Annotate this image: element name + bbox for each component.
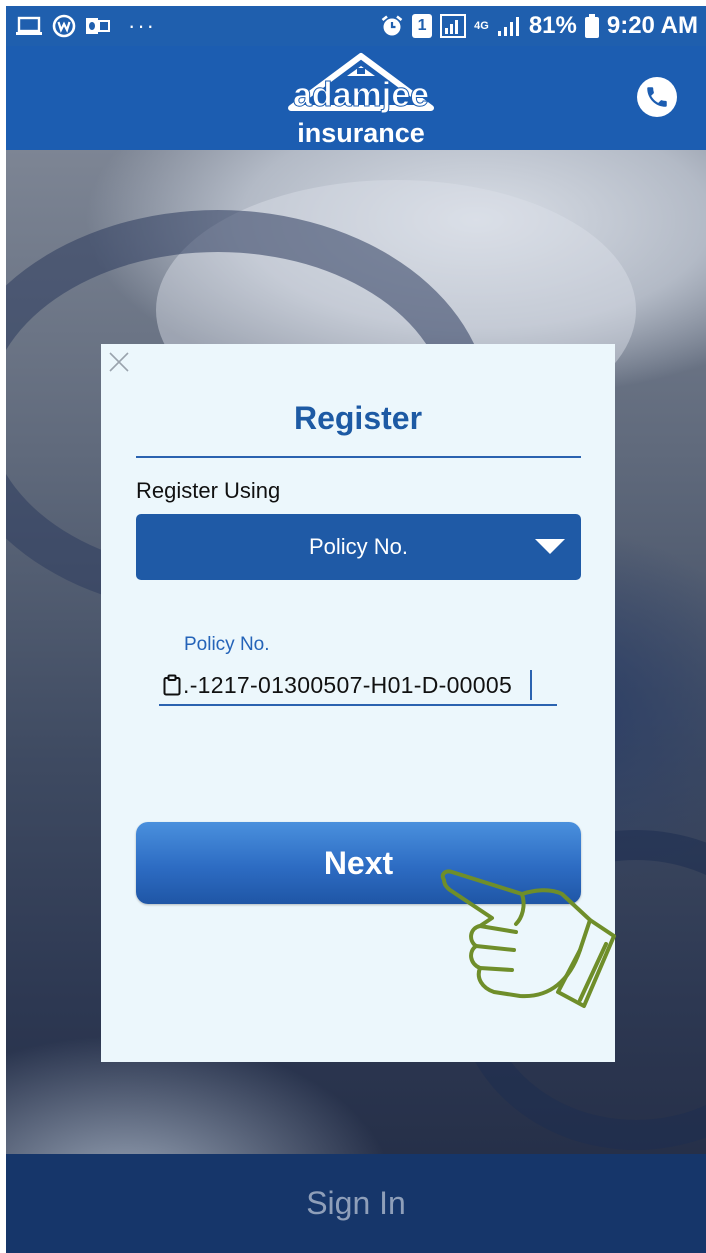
app-screen: ··· 1 4G 81% 9:20 AM adamjee insurance S…: [0, 0, 706, 1253]
text-cursor: [530, 670, 532, 700]
dialog-title: Register: [293, 400, 423, 436]
policy-number-value: .-1217-01300507-H01-D-00005: [183, 672, 513, 698]
clock: 9:20 AM: [606, 12, 698, 39]
status-left-icons: ···: [16, 6, 156, 46]
call-button[interactable]: [637, 77, 677, 117]
sign-in-bar[interactable]: Sign In: [6, 1154, 706, 1253]
battery-percent: 81%: [528, 12, 577, 39]
status-right-icons: 1 4G 81% 9:20 AM: [380, 6, 698, 46]
pointing-hand-icon: [440, 869, 616, 1008]
more-icon: ···: [128, 13, 156, 38]
signal-icon: [497, 17, 519, 36]
policy-field-label: Policy No.: [184, 634, 270, 655]
sign-in-label: Sign In: [306, 1185, 406, 1221]
select-value: Policy No.: [308, 534, 409, 559]
status-bar: ··· 1 4G 81% 9:20 AM: [6, 6, 706, 46]
circle-w-icon: [52, 14, 76, 38]
close-icon[interactable]: [107, 350, 131, 374]
app-header: adamjee insurance: [6, 46, 706, 150]
adamjee-logo: adamjee insurance: [288, 53, 434, 148]
title-divider: [136, 456, 581, 458]
policy-number-input[interactable]: .-1217-01300507-H01-D-00005: [159, 668, 557, 706]
register-using-label: Register Using: [136, 478, 281, 503]
logo-text-top: adamjee: [293, 76, 429, 114]
chevron-down-icon: [535, 539, 565, 554]
network-type: 4G: [474, 19, 489, 32]
laptop-icon: [16, 16, 42, 35]
register-using-select[interactable]: Policy No.: [136, 514, 581, 580]
clipboard-icon: [163, 674, 181, 696]
alarm-icon: [381, 15, 403, 36]
battery-icon: [584, 14, 599, 38]
outlook-icon: [86, 18, 110, 34]
logo-text-bottom: insurance: [297, 118, 425, 148]
sim-icon: 1: [412, 14, 433, 38]
phone-icon: [647, 87, 667, 107]
signal-wifi-icon: [440, 14, 467, 38]
